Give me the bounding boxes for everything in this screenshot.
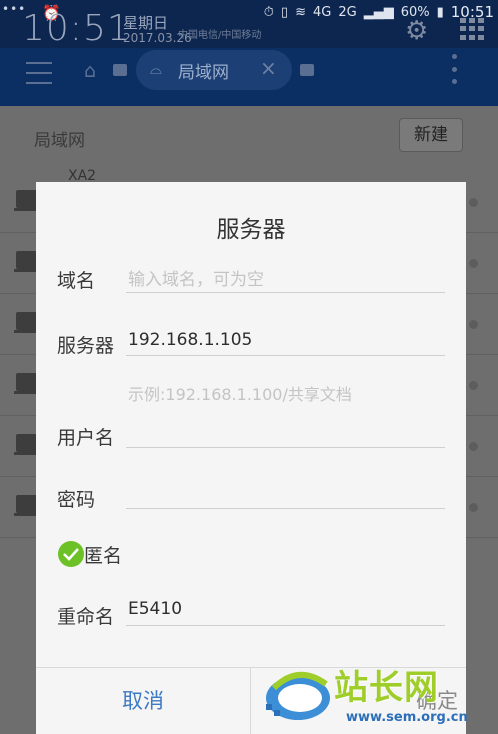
app-bar: ⌂ ⌓ 局域网 × [0,48,498,106]
carrier-label: 中国电信/中国移动 [178,30,262,41]
domain-input[interactable]: 输入域名，可为空 [128,265,264,290]
computer-icon [14,190,40,211]
dialog-title: 服务器 [216,217,286,243]
password-input[interactable] [126,508,445,509]
apps-grid-icon[interactable] [460,18,486,40]
username-input[interactable] [126,447,445,448]
vibrate-icon: ▯ [280,4,289,20]
watermark: 站长网 www.sem.org.cn [262,664,498,734]
rename-underline [126,625,445,626]
router-icon: ⌓ [150,60,162,78]
tab-title: 局域网 [178,63,229,83]
server-input[interactable]: 192.168.1.105 [128,330,252,350]
server-label: 服务器 [57,335,115,357]
network-type: 4G [312,4,332,20]
status-bar: ••• ⏰ 10:51 星期日 2017.03.26 中国电信/中国移动 ⏱ ▯… [0,0,498,49]
home-icon[interactable]: ⌂ [84,60,96,82]
widget-weekday: 星期日 [123,14,169,32]
lan-header: 局域网 [34,131,85,151]
computer-icon [14,495,40,516]
signal-icon: ▂▄▆ [363,4,394,20]
widget-clock: 10:51 [22,8,131,49]
hamburger-menu-icon[interactable] [26,62,52,84]
server-hint: 示例:192.168.1.100/共享文档 [128,385,352,404]
computer-icon [14,434,40,455]
computer-icon [14,312,40,333]
battery-icon: ▮ [436,4,444,20]
anonymous-checkbox[interactable] [58,541,84,567]
gear-icon[interactable]: ⚙ [405,16,428,46]
status-dot [469,442,478,451]
alarm-clock-icon: ⏱ [263,4,274,20]
computer-icon [14,251,40,272]
status-dot [469,320,478,329]
password-label: 密码 [57,489,96,511]
wifi-icon: ≋ [295,4,306,20]
close-tab-icon[interactable]: × [260,56,277,80]
computer-icon [14,373,40,394]
status-dot [469,259,478,268]
status-dot [469,198,478,207]
domain-underline [126,292,445,293]
anonymous-label: 匿名 [84,545,123,567]
more-options-icon[interactable] [452,54,458,84]
server-dialog: 服务器 域名 输入域名，可为空 服务器 192.168.1.105 示例:192… [36,182,466,734]
watermark-url: www.sem.org.cn [346,710,468,725]
check-icon [63,548,79,561]
rename-label: 重命名 [57,606,115,628]
rename-input[interactable]: E5410 [128,599,182,619]
tab-square-icon[interactable] [113,64,127,76]
watermark-logo-icon [266,672,330,720]
status-dot [469,381,478,390]
watermark-title: 站长网 [334,668,439,708]
server-underline [126,355,445,356]
signal-type-2: 2G [338,4,357,20]
new-button[interactable]: 新建 [399,118,463,152]
status-dot [469,503,478,512]
domain-label: 域名 [57,270,96,292]
tab-square-icon-2[interactable] [300,64,314,76]
username-label: 用户名 [57,427,115,449]
cancel-button[interactable]: 取消 [36,668,250,734]
